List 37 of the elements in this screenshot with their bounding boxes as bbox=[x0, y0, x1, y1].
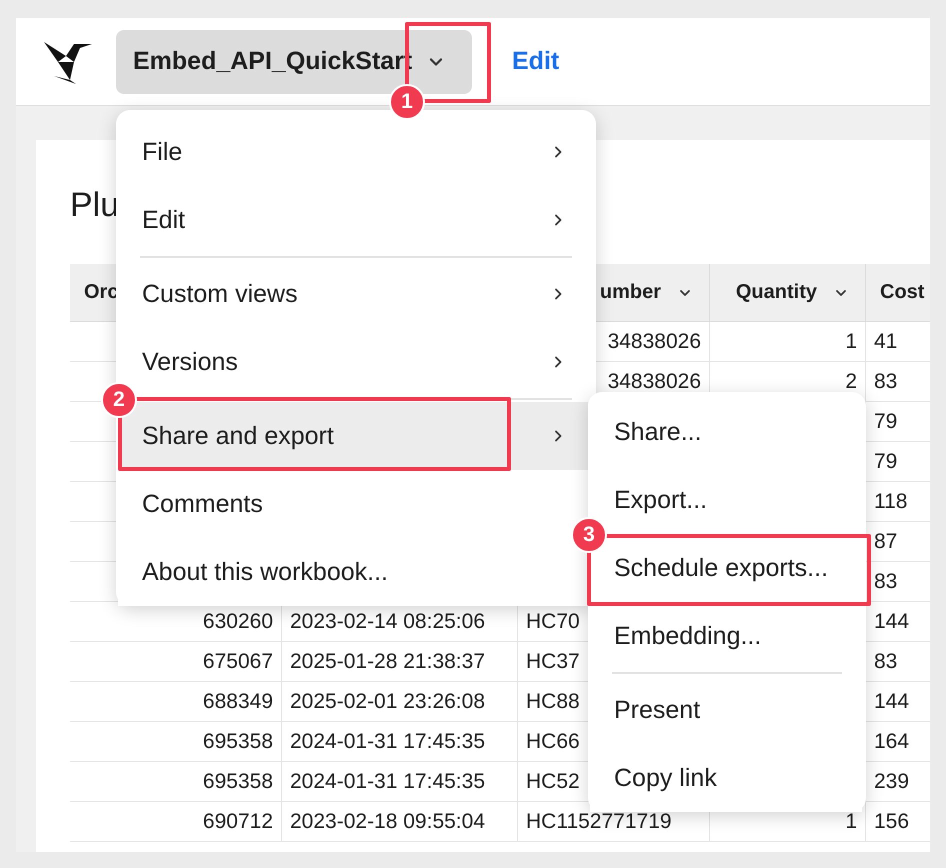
table-cell: 2 bbox=[845, 370, 857, 394]
table-cell: 690712 bbox=[202, 810, 273, 834]
table-cell: 2025-02-01 23:26:08 bbox=[290, 690, 485, 714]
table-cell: 695358 bbox=[202, 770, 273, 794]
table-cell: 34838026 bbox=[608, 330, 701, 354]
table-cell: 83 bbox=[874, 650, 898, 674]
table-cell: HC88 bbox=[526, 690, 580, 714]
table-cell: 87 bbox=[874, 530, 898, 554]
table-cell: 156 bbox=[874, 810, 910, 834]
table-cell: 118 bbox=[874, 490, 908, 514]
table-cell: 2024-01-31 17:45:35 bbox=[290, 730, 485, 754]
table-cell: 79 bbox=[874, 410, 898, 434]
table-cell: 144 bbox=[874, 610, 910, 634]
table-cell: 79 bbox=[874, 450, 898, 474]
table-cell: HC37 bbox=[526, 650, 580, 674]
table-cell: 2023-02-18 09:55:04 bbox=[290, 810, 485, 834]
table-cell: 675067 bbox=[202, 650, 273, 674]
table-cell: 83 bbox=[874, 370, 898, 394]
table-cell: 2025-01-28 21:38:37 bbox=[290, 650, 485, 674]
table-cell: 2024-01-31 17:45:35 bbox=[290, 770, 485, 794]
table-cell: 34838026 bbox=[608, 370, 701, 394]
table-cell: 239 bbox=[874, 770, 910, 794]
table-cell: 1 bbox=[845, 330, 857, 354]
table-cell: HC66 bbox=[526, 730, 580, 754]
table-cell: 144 bbox=[874, 690, 910, 714]
table-cell: HC52 bbox=[526, 770, 580, 794]
table-cell: 630260 bbox=[202, 610, 273, 634]
table-cell: 695358 bbox=[202, 730, 273, 754]
page-title: Plu bbox=[70, 186, 120, 226]
table-cell: 164 bbox=[874, 730, 910, 754]
table-cell: 83 bbox=[874, 570, 898, 594]
table-cell: 1 bbox=[845, 810, 857, 834]
table-cell: HC70 bbox=[526, 610, 580, 634]
table-cell: 2023-02-14 08:25:06 bbox=[290, 610, 485, 634]
table-cell: 41 bbox=[874, 330, 898, 354]
table-cell: HC1152771719 bbox=[526, 810, 672, 834]
table-cell: 688349 bbox=[202, 690, 273, 714]
